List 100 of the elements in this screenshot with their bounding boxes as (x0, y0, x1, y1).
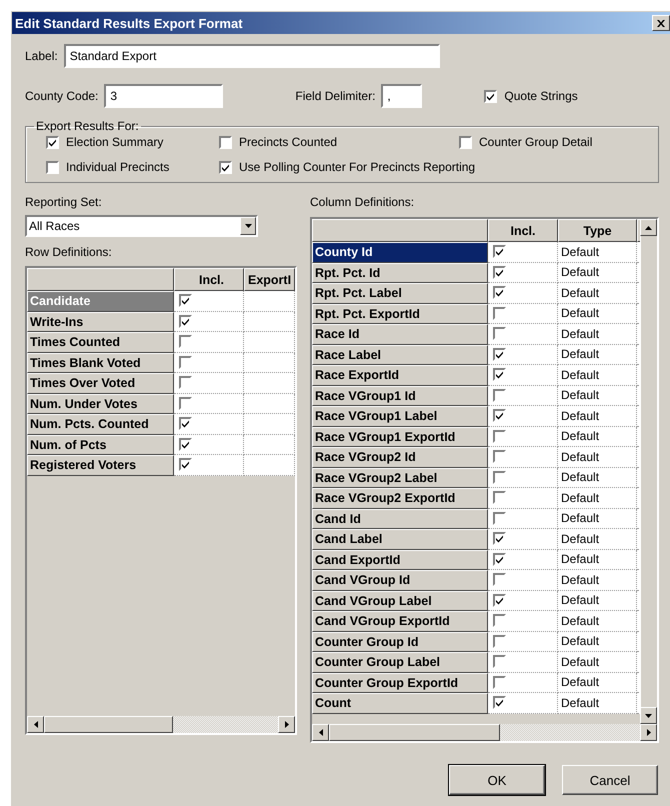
row-header[interactable]: Count (312, 693, 488, 714)
table-cell: Default (558, 283, 637, 304)
checkbox[interactable] (493, 266, 506, 279)
row-header[interactable]: Rpt. Pct. Label (312, 283, 488, 304)
row-header[interactable]: Num. Under Votes (27, 394, 174, 414)
row-header[interactable]: Registered Voters (27, 455, 174, 476)
check-icon (221, 162, 230, 172)
row-definitions-label: Row Definitions: (25, 245, 113, 259)
checkbox[interactable] (219, 160, 232, 174)
row-header[interactable]: County Id (312, 242, 488, 262)
checkbox[interactable] (493, 512, 506, 525)
scroll-down-button[interactable] (640, 707, 657, 724)
row-header[interactable]: Times Blank Voted (27, 352, 174, 373)
checkbox-label: Quote Strings (504, 89, 578, 103)
checkbox[interactable] (179, 314, 192, 328)
row-header[interactable]: Counter Group Label (312, 652, 488, 672)
row-header[interactable]: Race VGroup1 Label (312, 406, 488, 426)
table-cell: Default (558, 508, 637, 529)
left-arrow-icon (318, 729, 322, 736)
checkbox[interactable] (46, 160, 59, 174)
row-header[interactable]: Race Label (312, 344, 488, 365)
scroll-left-button[interactable] (312, 724, 329, 741)
row-header[interactable]: Race VGroup2 Label (312, 468, 488, 488)
check-icon (495, 268, 504, 277)
checkbox-label: Individual Precincts (66, 160, 170, 174)
scroll-right-button[interactable] (278, 716, 295, 733)
column-header[interactable]: Incl. (174, 268, 244, 291)
table-cell: Default (558, 406, 637, 426)
reporting-set-label: Reporting Set: (25, 195, 103, 209)
checkbox[interactable] (493, 430, 506, 443)
checkbox[interactable] (493, 348, 506, 361)
field-delimiter-field[interactable]: , (381, 84, 422, 108)
row-header[interactable]: Cand VGroup Id (312, 570, 488, 590)
group-title: Export Results For: (35, 119, 140, 133)
table-cell: Default (558, 550, 637, 570)
check-icon (495, 554, 504, 564)
column-header[interactable]: Incl. (488, 219, 558, 242)
row-header[interactable]: Race VGroup1 Id (312, 386, 488, 406)
column-definitions-label: Column Definitions: (310, 195, 416, 209)
row-header[interactable]: Candidate (27, 291, 174, 312)
label-field[interactable]: Standard Export (64, 44, 440, 68)
check-icon (495, 534, 504, 544)
row-header[interactable]: Race ExportId (312, 365, 488, 386)
row-header[interactable]: Write-Ins (27, 312, 174, 332)
checkbox[interactable] (179, 396, 192, 410)
row-header[interactable]: Cand Id (312, 508, 488, 529)
row-header[interactable]: Num. Pcts. Counted (27, 414, 174, 434)
scroll-left-button[interactable] (27, 716, 44, 733)
scrollbar-thumb[interactable] (329, 724, 500, 741)
county-code-label: County Code: (25, 89, 98, 103)
table-cell: Default (558, 426, 637, 447)
row-header[interactable]: Counter Group Id (312, 632, 488, 652)
row-header[interactable]: Rpt. Pct. Id (312, 262, 488, 283)
checkbox[interactable] (493, 388, 506, 402)
row-header[interactable]: Num. of Pcts (27, 434, 174, 455)
table-cell: Default (558, 529, 637, 550)
scrollbar-thumb[interactable] (44, 716, 173, 733)
row-header[interactable]: Race VGroup1 ExportId (312, 426, 488, 447)
checkbox[interactable] (493, 470, 506, 484)
scroll-right-button[interactable] (640, 724, 657, 741)
row-header[interactable]: Race Id (312, 324, 488, 344)
column-header[interactable]: Type (558, 219, 637, 242)
scroll-up-button[interactable] (640, 219, 657, 236)
check-icon (48, 138, 57, 146)
check-icon (495, 370, 504, 380)
row-header[interactable]: Rpt. Pct. ExportId (312, 304, 488, 324)
table-cell: Default (558, 262, 637, 283)
row-header[interactable]: Counter Group ExportId (312, 672, 488, 693)
dropdown-button[interactable] (240, 217, 256, 235)
checkbox[interactable] (493, 676, 506, 689)
row-header[interactable]: Race VGroup2 Id (312, 447, 488, 468)
checkbox[interactable] (459, 136, 472, 148)
checkbox[interactable] (46, 136, 59, 148)
checkbox[interactable] (219, 136, 232, 148)
checkbox[interactable] (493, 594, 506, 607)
row-header[interactable]: Cand Label (312, 529, 488, 550)
row-header[interactable]: Race VGroup2 ExportId (312, 488, 488, 508)
check-icon (181, 460, 190, 470)
row-header[interactable]: Cand VGroup Label (312, 590, 488, 611)
checkbox[interactable] (484, 90, 498, 102)
check-icon (181, 419, 190, 428)
close-button[interactable] (652, 15, 670, 31)
cancel-button[interactable]: Cancel (562, 765, 658, 795)
ok-button[interactable]: OK (449, 765, 545, 795)
checkbox[interactable] (179, 438, 192, 451)
row-header[interactable]: Cand ExportId (312, 550, 488, 570)
row-header[interactable]: Cand VGroup ExportId (312, 611, 488, 632)
checkbox[interactable] (493, 306, 506, 320)
row-header[interactable]: Times Over Voted (27, 373, 174, 394)
check-icon (495, 350, 504, 359)
checkbox-label: Precincts Counted (239, 135, 338, 149)
checkbox[interactable] (493, 634, 506, 648)
row-header[interactable]: Times Counted (27, 332, 174, 352)
checkbox[interactable] (493, 552, 506, 566)
dropdown-arrow-icon (244, 224, 252, 228)
checkbox[interactable] (179, 356, 192, 369)
check-icon (181, 296, 190, 306)
column-header[interactable]: ExportI (244, 268, 295, 291)
reporting-set-dropdown[interactable]: All Races (25, 215, 258, 237)
county-code-field[interactable]: 3 (104, 84, 224, 108)
